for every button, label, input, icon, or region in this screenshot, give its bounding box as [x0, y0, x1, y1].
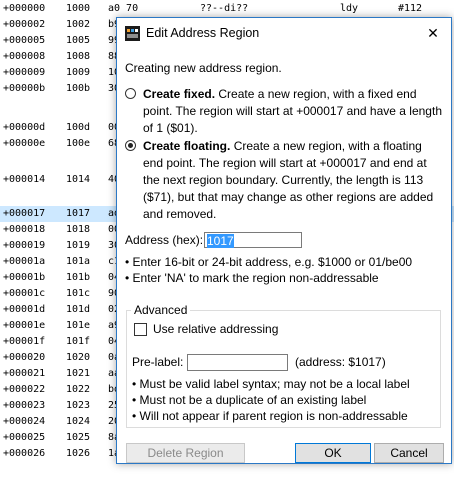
create-floating-label: Create floating.	[143, 139, 231, 153]
row-address: 100d	[66, 122, 91, 133]
row-address: 1017	[66, 208, 91, 219]
row-address: 1026	[66, 448, 91, 459]
row-offset: +00001c	[3, 288, 46, 299]
address-hint: • Enter 16-bit or 24-bit address, e.g. $…	[125, 255, 413, 269]
row-offset: +000020	[3, 352, 46, 363]
row-offset: +00000d	[3, 122, 46, 133]
row-address: 1002	[66, 19, 91, 30]
row-offset: +000022	[3, 384, 46, 395]
row-address: 1021	[66, 368, 91, 379]
address-hint: • Enter 'NA' to mark the region non-addr…	[125, 271, 379, 285]
row-offset: +00001d	[3, 304, 46, 315]
row-address: 1018	[66, 224, 91, 235]
row-offset: +00001b	[3, 272, 46, 283]
dialog-titlebar: Edit Address Region ✕	[117, 18, 451, 50]
row-address: 1023	[66, 400, 91, 411]
delete-region-button[interactable]: Delete Region	[126, 443, 245, 463]
dialog-title: Edit Address Region	[146, 26, 260, 40]
row-offset: +000014	[3, 174, 46, 185]
row-address: 101d	[66, 304, 91, 315]
row-address: 101c	[66, 288, 91, 299]
row-offset: +000008	[3, 51, 46, 62]
prelabel-address-note: (address: $1017)	[295, 355, 386, 369]
create-fixed-text: Create fixed. Create a new region, with …	[143, 86, 443, 137]
row-offset: +00001a	[3, 256, 46, 267]
row-offset: +000023	[3, 400, 46, 411]
label-rule: • Must not be a duplicate of an existing…	[132, 393, 367, 407]
row-address: 101e	[66, 320, 91, 331]
row-offset: +000009	[3, 67, 46, 78]
relative-addressing-label[interactable]: Use relative addressing	[153, 321, 278, 338]
create-floating-radio[interactable]	[125, 140, 136, 151]
app-icon	[125, 26, 140, 41]
row-offset: +000018	[3, 224, 46, 235]
row-offset: +000026	[3, 448, 46, 459]
row-address: 101f	[66, 336, 91, 347]
address-value: 1017	[207, 234, 234, 248]
close-button[interactable]: ✕	[415, 18, 451, 48]
row-offset: +000025	[3, 432, 46, 443]
row-address: 100b	[66, 83, 91, 94]
row-flags: ??--di??	[200, 3, 249, 14]
row-offset: +000019	[3, 240, 46, 251]
row-offset: +00001f	[3, 336, 46, 347]
row-offset: +00001e	[3, 320, 46, 331]
row-offset: +00000b	[3, 83, 46, 94]
row-opcode: ldy	[340, 3, 359, 14]
row-offset: +000024	[3, 416, 46, 427]
listing-row[interactable]: +000000 1000 a0 70 ??--di?? ldy #112	[0, 1, 454, 17]
row-address: 1020	[66, 352, 91, 363]
row-operand: #112	[398, 3, 423, 14]
row-address: 1019	[66, 240, 91, 251]
row-bytes: a0 70	[108, 3, 139, 14]
close-icon: ✕	[427, 25, 439, 41]
address-label: Address (hex):	[125, 233, 204, 247]
ok-button[interactable]: OK	[295, 443, 371, 463]
row-address: 1009	[66, 67, 91, 78]
row-address: 1008	[66, 51, 91, 62]
create-floating-text: Create floating. Create a new region, wi…	[143, 138, 443, 223]
row-offset: +000021	[3, 368, 46, 379]
label-rule: • Must be valid label syntax; may not be…	[132, 377, 410, 391]
row-address: 1025	[66, 432, 91, 443]
row-offset: +000002	[3, 19, 46, 30]
cancel-button[interactable]: Cancel	[374, 443, 444, 463]
row-address: 1022	[66, 384, 91, 395]
edit-address-region-dialog: Edit Address Region ✕ Creating new addre…	[116, 17, 452, 464]
row-address: 1005	[66, 35, 91, 46]
create-fixed-radio[interactable]	[125, 88, 136, 99]
row-address: 1000	[66, 3, 91, 14]
advanced-legend: Advanced	[131, 302, 191, 318]
label-rule: • Will not appear if parent region is no…	[132, 409, 408, 423]
row-address: 100e	[66, 138, 91, 149]
row-offset: +000000	[3, 3, 46, 14]
prelabel-label: Pre-label:	[132, 355, 184, 369]
address-input[interactable]: 1017	[204, 232, 302, 248]
dialog-subtitle: Creating new address region.	[125, 61, 282, 75]
row-offset: +000005	[3, 35, 46, 46]
row-offset: +000017	[3, 208, 46, 219]
row-address: 101a	[66, 256, 91, 267]
row-address: 1024	[66, 416, 91, 427]
create-floating-option[interactable]: Create floating. Create a new region, wi…	[125, 138, 445, 224]
row-address: 101b	[66, 272, 91, 283]
create-fixed-option[interactable]: Create fixed. Create a new region, with …	[125, 86, 445, 136]
prelabel-input[interactable]	[187, 354, 288, 371]
row-address: 1014	[66, 174, 91, 185]
row-offset: +00000e	[3, 138, 46, 149]
relative-addressing-checkbox[interactable]	[134, 323, 147, 336]
create-fixed-label: Create fixed.	[143, 87, 216, 101]
